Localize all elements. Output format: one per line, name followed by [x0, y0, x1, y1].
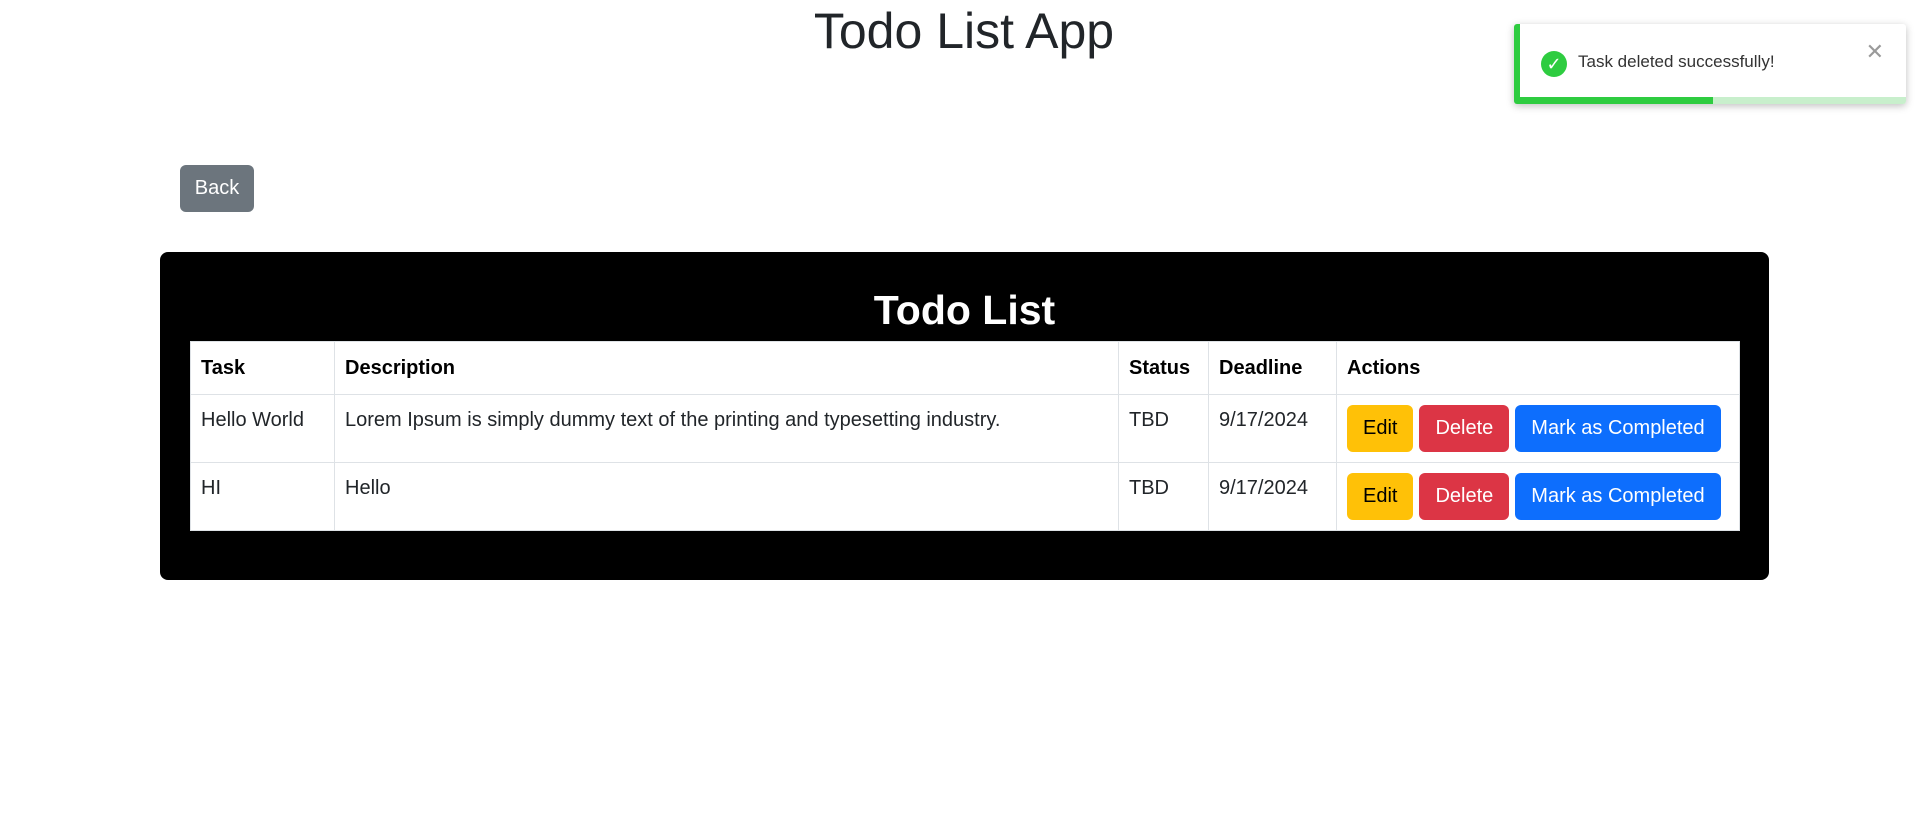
delete-button[interactable]: Delete — [1419, 405, 1510, 452]
mark-completed-button[interactable]: Mark as Completed — [1515, 405, 1721, 452]
column-header-status: Status — [1118, 341, 1209, 395]
toast-progress-track — [1520, 97, 1906, 104]
todo-panel: Todo List Task Description Status Deadli… — [160, 252, 1769, 580]
deadline-cell: 9/17/2024 — [1208, 394, 1337, 463]
status-cell: TBD — [1118, 394, 1209, 463]
task-cell: HI — [190, 462, 335, 531]
deadline-cell: 9/17/2024 — [1208, 462, 1337, 531]
actions-cell: Edit Delete Mark as Completed — [1336, 462, 1740, 531]
toast-message: Task deleted successfully! — [1578, 52, 1775, 71]
edit-button[interactable]: Edit — [1347, 473, 1414, 520]
table-row: Hello World Lorem Ipsum is simply dummy … — [190, 394, 1740, 463]
mark-completed-button[interactable]: Mark as Completed — [1515, 473, 1721, 520]
description-cell: Hello — [334, 462, 1119, 531]
status-cell: TBD — [1118, 462, 1209, 531]
delete-button[interactable]: Delete — [1419, 473, 1510, 520]
actions-cell: Edit Delete Mark as Completed — [1336, 394, 1740, 463]
check-circle-icon: ✓ — [1541, 51, 1567, 77]
table-header-row: Task Description Status Deadline Actions — [190, 341, 1740, 395]
success-toast[interactable]: ✓ Task deleted successfully! ✕ — [1514, 24, 1906, 104]
todo-list-title: Todo List — [873, 287, 1056, 333]
toast-progress-bar — [1520, 97, 1713, 104]
task-cell: Hello World — [190, 394, 335, 463]
column-header-deadline: Deadline — [1208, 341, 1337, 395]
edit-button[interactable]: Edit — [1347, 405, 1414, 452]
back-button[interactable]: Back — [180, 165, 254, 212]
table-row: HI Hello TBD 9/17/2024 Edit Delete Mark as… — [190, 462, 1740, 531]
todo-table: Task Description Status Deadline Actions… — [190, 341, 1740, 531]
column-header-actions: Actions — [1336, 341, 1740, 395]
close-icon[interactable]: ✕ — [1866, 40, 1884, 64]
column-header-description: Description — [334, 341, 1119, 395]
column-header-task: Task — [190, 341, 335, 395]
description-cell: Lorem Ipsum is simply dummy text of the … — [334, 394, 1119, 463]
